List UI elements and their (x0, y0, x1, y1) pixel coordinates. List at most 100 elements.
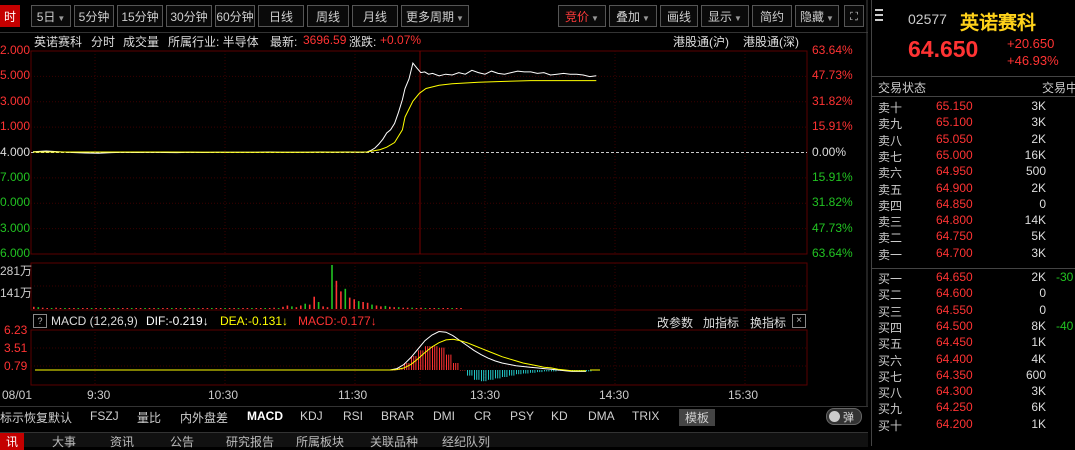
indicator-tab[interactable]: DMI (433, 409, 455, 423)
indicator-tab[interactable]: RSI (343, 409, 363, 423)
ask-row[interactable]: 卖十 65.150 3K (872, 99, 1075, 115)
volume-bar (59, 308, 62, 309)
indicator-tab[interactable]: 量比 (137, 409, 161, 426)
indicator-tab[interactable]: MACD (247, 409, 283, 423)
macd-title[interactable]: MACD (12,26,9) (51, 314, 138, 328)
switch-indicator-button[interactable]: 换指标 (750, 314, 786, 331)
toggle-switch[interactable]: 弹 (826, 408, 862, 425)
bottom-tab[interactable]: 资讯 (110, 433, 134, 450)
macd-histogram-bar (464, 370, 466, 371)
macd-histogram-bar (467, 370, 468, 376)
toggle-label: 弹 (843, 412, 854, 424)
ask-volume: 2K (1031, 180, 1046, 195)
indicator-tab[interactable]: BRAR (381, 409, 414, 423)
close-icon[interactable]: × (792, 314, 806, 328)
bid-price: 64.350 (936, 367, 973, 382)
volume-bar (135, 308, 137, 309)
bottom-tab[interactable]: 研究报告 (226, 433, 274, 450)
volume-bar (340, 291, 342, 309)
indicator-tab[interactable]: KDJ (300, 409, 323, 423)
indicator-tab[interactable]: KD (551, 409, 568, 423)
bid-row[interactable]: 买八 64.300 3K (872, 384, 1075, 400)
volume-bar (188, 308, 191, 309)
indicator-tab[interactable]: 恢复默认 (24, 409, 72, 426)
macd-histogram-bar (453, 363, 454, 370)
macd-histogram-bar (448, 354, 450, 370)
bid-row[interactable]: 买七 64.350 600 (872, 368, 1075, 384)
macd-histogram-bar (418, 350, 419, 370)
indicator-tab[interactable]: CR (474, 409, 491, 423)
volume-bar (424, 308, 427, 309)
indicator-tab[interactable]: TRIX (632, 409, 659, 423)
ask-row[interactable]: 卖二 64.750 5K (872, 229, 1075, 245)
indicator-tab[interactable]: PSY (510, 409, 534, 423)
bid-row[interactable]: 买五 64.450 1K (872, 335, 1075, 351)
ask-level-label: 卖二 (878, 231, 903, 246)
ask-price: 65.000 (936, 147, 973, 162)
macd-histogram-bar (530, 370, 531, 373)
add-indicator-button[interactable]: 加指标 (703, 314, 739, 331)
bid-volume: 2K (1031, 270, 1046, 284)
indicator-tab[interactable]: FSZJ (90, 409, 119, 423)
bid-price: 64.250 (936, 400, 973, 415)
bid-row[interactable]: 买一 64.650 2K -30 (872, 270, 1075, 286)
volume-bar (148, 308, 151, 309)
bid-row[interactable]: 买九 64.250 6K (872, 400, 1075, 416)
stock-code: 02577 (908, 11, 947, 27)
ask-row[interactable]: 卖七 65.000 16K (872, 148, 1075, 164)
macd-histogram-bar (490, 370, 492, 380)
quote-header: 02577 英诺赛科 64.650 +20.650 +46.93% (872, 0, 1075, 77)
macd-histogram-bar (537, 370, 538, 373)
indicator-tab[interactable]: 标示 (0, 409, 24, 426)
ask-row[interactable]: 卖四 64.850 0 (872, 197, 1075, 213)
bottom-tab[interactable]: 大事 (52, 433, 76, 450)
indicator-tab[interactable]: 模板 (679, 409, 716, 426)
ask-row[interactable]: 卖九 65.100 3K (872, 115, 1075, 131)
indicator-tab[interactable]: 内外盘差 (180, 409, 228, 426)
right-axis-tick: 31.82% (812, 93, 853, 108)
volume-bar (37, 307, 40, 309)
macd-histogram-bar (527, 370, 529, 374)
ask-row[interactable]: 卖六 64.950 500 (872, 164, 1075, 180)
indicator-tab[interactable]: DMA (588, 409, 615, 423)
ask-row[interactable]: 卖三 64.800 14K (872, 213, 1075, 229)
ask-volume: 500 (1025, 164, 1046, 179)
time-axis-tick: 10:30 (208, 388, 239, 402)
ask-price: 65.150 (936, 99, 973, 113)
macd-chart (35, 330, 600, 382)
help-icon[interactable]: ? (33, 314, 47, 328)
bottom-tab[interactable]: 关联品种 (370, 433, 418, 450)
volume-bar (460, 308, 462, 309)
menu-icon[interactable] (874, 8, 888, 22)
bottom-tab[interactable]: 经纪队列 (442, 433, 490, 450)
ask-row[interactable]: 卖八 65.050 2K (872, 132, 1075, 148)
ask-price: 64.700 (936, 245, 973, 260)
macd-histogram-bar (539, 370, 541, 373)
bid-row[interactable]: 买二 64.600 0 (872, 286, 1075, 302)
bid-row[interactable]: 买六 64.400 4K (872, 352, 1075, 368)
bid-row[interactable]: 买十 64.200 1K (872, 417, 1075, 433)
volume-bar (224, 308, 226, 309)
volume-bar (411, 307, 413, 309)
right-axis-tick: 15.91% (812, 169, 853, 184)
bid-row[interactable]: 买四 64.500 8K -40 (872, 319, 1075, 335)
macd-histogram-bar (476, 370, 478, 380)
ask-row[interactable]: 卖五 64.900 2K (872, 181, 1075, 197)
volume-bar (144, 308, 146, 309)
trade-status-label: 交易状态 (878, 81, 927, 95)
bid-extra: -30 (1056, 270, 1074, 284)
bottom-tab[interactable]: 所属板块 (296, 433, 344, 450)
volume-bar (389, 306, 391, 309)
bid-row[interactable]: 买三 64.550 0 (872, 303, 1075, 319)
macd-histogram-bar (511, 370, 513, 376)
volume-bar (215, 308, 218, 309)
edit-params-button[interactable]: 改参数 (657, 314, 693, 331)
bottom-tab[interactable]: 公告 (170, 433, 194, 450)
ask-row[interactable]: 卖一 64.700 3K (872, 246, 1075, 262)
volume-bar (206, 308, 209, 309)
bottom-tab[interactable]: 讯 (0, 433, 25, 450)
toggle-knob (829, 411, 840, 422)
volume-bar (73, 308, 75, 309)
volume-bar (313, 296, 315, 309)
volume-bar (33, 306, 35, 309)
